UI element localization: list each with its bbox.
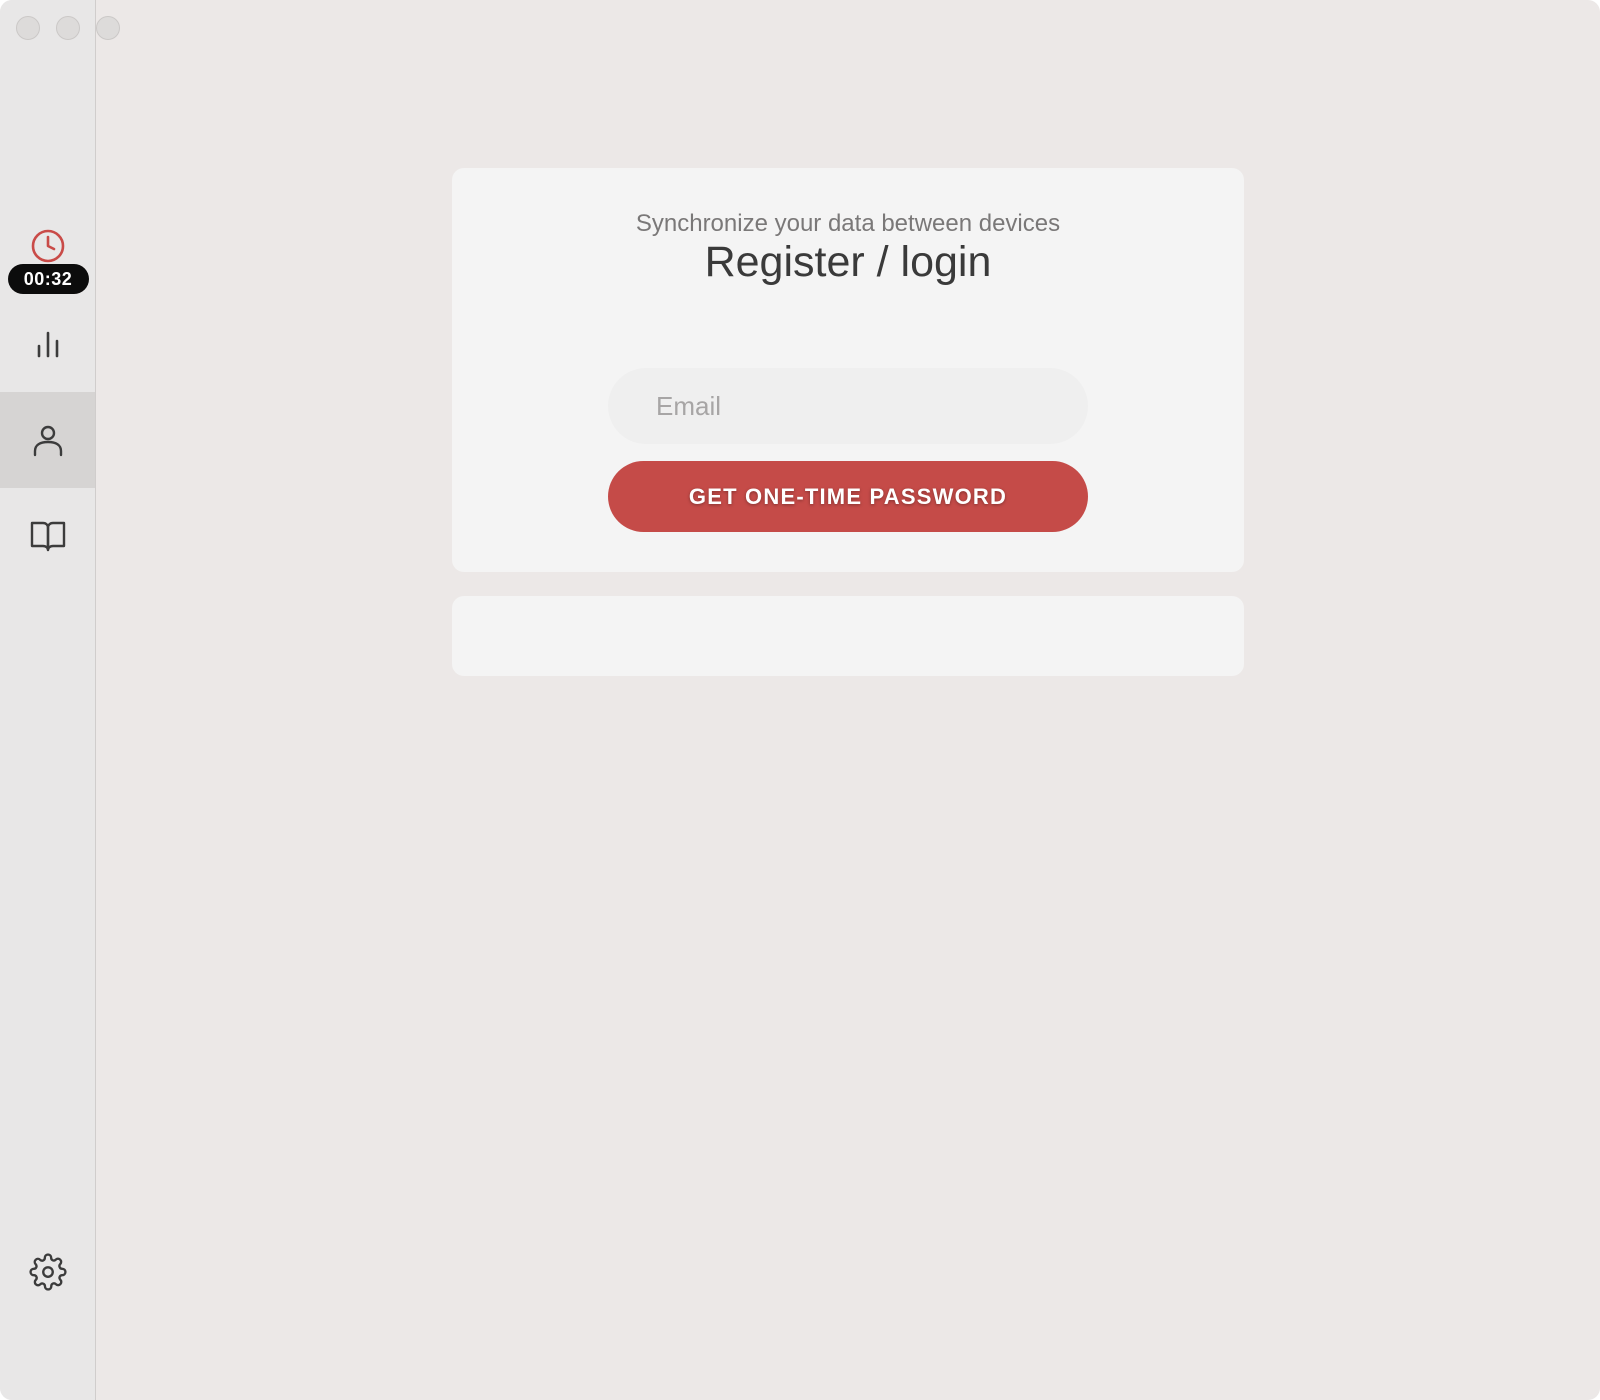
login-card: Synchronize your data between devices Re… (452, 168, 1244, 572)
email-field[interactable] (608, 368, 1088, 444)
user-icon (33, 425, 62, 457)
sidebar-item-settings[interactable] (0, 1224, 95, 1320)
close-window-button[interactable] (16, 16, 40, 40)
app-window: 00:32 Synchronize your data between devi… (0, 0, 1600, 1400)
timer-widget[interactable]: 00:32 (0, 228, 96, 294)
sidebar-item-statistics[interactable] (0, 296, 95, 392)
login-subtitle: Synchronize your data between devices (635, 210, 1061, 237)
book-icon (30, 521, 65, 552)
bar-chart-icon (37, 331, 58, 358)
gear-icon (28, 1253, 67, 1291)
zoom-window-button[interactable] (96, 16, 120, 40)
timer-value: 00:32 (7, 264, 89, 294)
clock-icon (31, 229, 65, 263)
sidebar-item-account[interactable] (0, 392, 95, 488)
secondary-card (452, 596, 1244, 676)
page-title: Register / login (704, 238, 992, 286)
sidebar-item-documentation[interactable] (0, 488, 95, 584)
sidebar: 00:32 (0, 0, 96, 1400)
window-controls (16, 16, 120, 40)
minimize-window-button[interactable] (56, 16, 80, 40)
main-content: Synchronize your data between devices Re… (96, 0, 1600, 1400)
get-one-time-password-button[interactable]: GET ONE-TIME PASSWORD (608, 461, 1088, 532)
